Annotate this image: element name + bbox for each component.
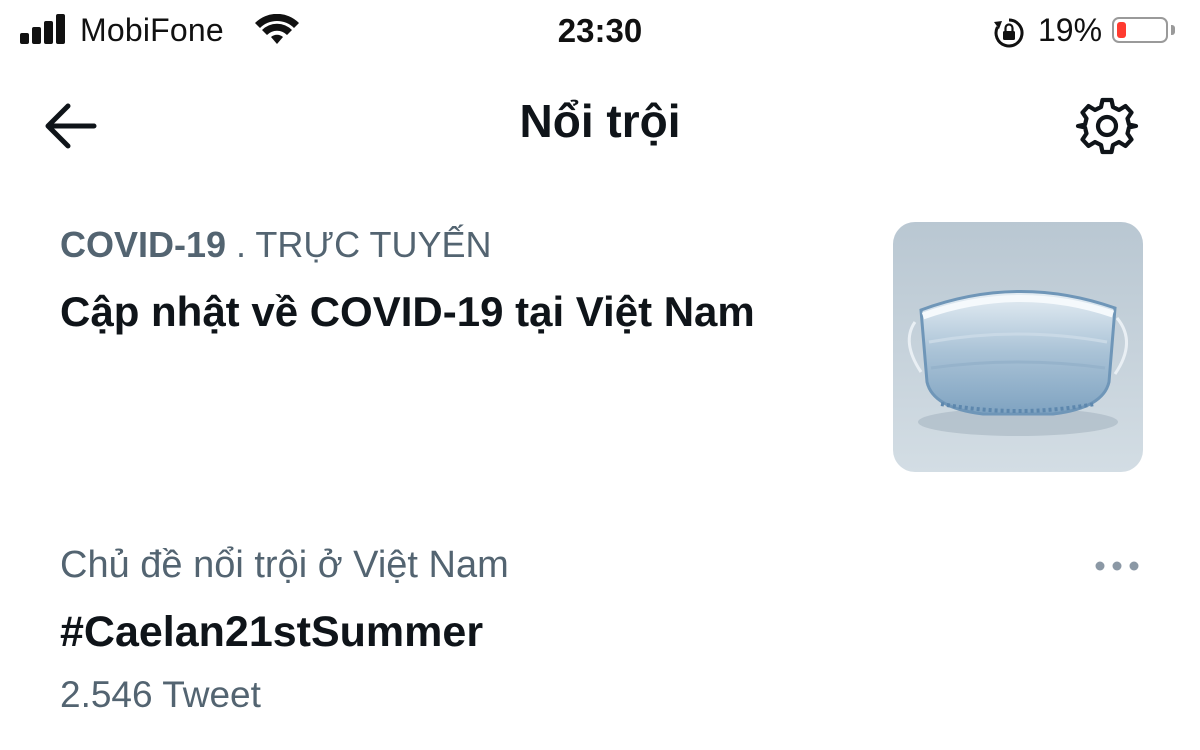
orientation-lock-icon — [994, 18, 1024, 48]
trend-status: TRỰC TUYẾN — [255, 224, 492, 265]
trend-title: Cập nhật về COVID-19 tại Việt Nam — [60, 288, 755, 335]
more-dots-icon — [1095, 561, 1139, 571]
battery-tip — [1171, 25, 1175, 35]
battery-level-fill — [1117, 22, 1126, 38]
battery-percentage: 19% — [1038, 12, 1103, 48]
trend-hashtag: #Caelan21stSummer — [60, 608, 484, 656]
trend-category: COVID-19 — [60, 224, 227, 265]
more-options-button[interactable] — [1090, 554, 1144, 578]
page-title: Nổi trội — [519, 95, 681, 147]
trend-item-covid[interactable]: COVID-19 . TRỰC TUYẾN Cập nhật về COVID-… — [0, 210, 1200, 490]
trend-meta: COVID-19 . TRỰC TUYẾN — [60, 224, 492, 266]
status-bar: MobiFone 23:30 19% — [0, 0, 1200, 64]
settings-button[interactable] — [1072, 94, 1142, 158]
tweet-count: 2.546 Tweet — [60, 674, 261, 715]
battery-icon — [1112, 17, 1168, 43]
trend-item-topic[interactable]: Chủ đề nổi trội ở Việt Nam #Caelan21stSu… — [0, 530, 1200, 730]
face-mask-image — [893, 222, 1143, 472]
trend-context: Chủ đề nổi trội ở Việt Nam — [60, 544, 509, 586]
page-header: Nổi trội — [0, 64, 1200, 184]
meta-separator: . — [226, 224, 256, 265]
gear-icon — [1075, 97, 1139, 155]
